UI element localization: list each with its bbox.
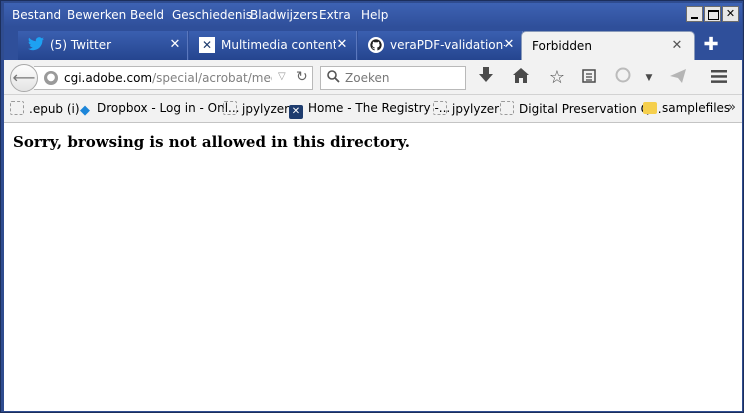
forbidden-message: Sorry, browsing is not allowed in this d… (13, 133, 410, 151)
bookmark-page-icon (433, 101, 447, 115)
url-history-dropdown-icon[interactable]: ▽ (278, 71, 286, 82)
browser-window: Bestand Bewerken Beeld Geschiedenis Blad… (0, 0, 744, 413)
bookmark-label: .epub (i) (29, 102, 80, 116)
close-tab-icon[interactable]: ✕ (502, 37, 516, 53)
hamburger-menu-icon[interactable] (708, 67, 730, 89)
registry-icon: ✕ (199, 37, 215, 53)
menu-geschiedenis[interactable]: Geschiedenis (172, 8, 252, 22)
reading-list-icon[interactable] (578, 67, 600, 89)
sync-icon[interactable] (612, 67, 634, 89)
bookmarks-overflow-icon[interactable]: » (728, 100, 736, 115)
back-arrow-icon: ⟵ (12, 68, 36, 87)
bookmark-page-icon (223, 101, 237, 115)
bookmark-samplefiles[interactable]: samplefiles (643, 101, 730, 117)
menu-extra[interactable]: Extra (319, 8, 351, 22)
close-window-button[interactable]: ✕ (722, 6, 739, 22)
search-placeholder: Zoeken (345, 71, 390, 85)
minimize-button[interactable] (686, 6, 703, 22)
twitter-icon (28, 37, 44, 53)
bookmark-label: jpylyzer (452, 102, 500, 116)
bookmark-label: Home - The Registry -... (308, 101, 451, 115)
chevron-down-icon[interactable]: ▼ (638, 67, 660, 89)
back-button[interactable]: ⟵ (10, 64, 38, 92)
bookmark-epub[interactable]: .epub (i) (10, 101, 80, 117)
bookmark-jpylyzer-2[interactable]: jpylyzer (433, 101, 499, 117)
home-icon[interactable] (510, 67, 532, 89)
close-tab-icon[interactable]: ✕ (335, 37, 349, 53)
search-bar[interactable]: Zoeken (320, 66, 466, 90)
folder-icon (643, 102, 657, 114)
bookmark-label: Dropbox - Log in - Onl... (97, 101, 240, 115)
tab-twitter[interactable]: (5) Twitter ✕ (18, 31, 188, 60)
bookmark-dropbox[interactable]: ◆ Dropbox - Log in - Onl... (78, 101, 240, 118)
tab-bar: (5) Twitter ✕ ✕ Multimedia content - ...… (4, 27, 742, 60)
globe-icon: ● (44, 71, 58, 85)
menu-bladwijzers[interactable]: Bladwijzers (250, 8, 318, 22)
bookmark-label: samplefiles (662, 101, 731, 115)
menu-bar: Bestand Bewerken Beeld Geschiedenis Blad… (4, 3, 742, 27)
bookmark-page-icon (500, 101, 514, 115)
github-icon (368, 37, 384, 53)
bookmark-digital-preservation[interactable]: Digital Preservation Q... (500, 101, 662, 117)
bookmark-registry[interactable]: ✕ Home - The Registry -... (289, 101, 451, 119)
url-text: cgi.adobe.com/special/acrobat/mediaplaye… (64, 71, 272, 85)
url-path: /special/acrobat/mediaplayer (152, 71, 272, 85)
bookmark-page-icon (10, 101, 24, 115)
new-tab-icon[interactable]: ✚ (699, 35, 723, 57)
url-host: cgi.adobe.com (64, 71, 153, 85)
menu-bestand[interactable]: Bestand (12, 8, 61, 22)
bookmark-jpylyzer-1[interactable]: jpylyzer (223, 101, 289, 117)
page-content: Sorry, browsing is not allowed in this d… (4, 123, 742, 411)
url-bar[interactable]: ● cgi.adobe.com/special/acrobat/mediapla… (34, 66, 313, 90)
navigation-toolbar: ● cgi.adobe.com/special/acrobat/mediapla… (4, 60, 742, 95)
download-icon[interactable] (475, 67, 497, 89)
registry-icon: ✕ (289, 105, 303, 119)
tab-label: veraPDF-validation-... (390, 38, 505, 52)
dropbox-icon: ◆ (80, 103, 90, 118)
bookmark-label: jpylyzer (242, 102, 290, 116)
tab-multimedia[interactable]: ✕ Multimedia content - ... ✕ (189, 31, 357, 60)
close-tab-icon[interactable]: ✕ (168, 37, 182, 53)
menu-bewerken[interactable]: Bewerken (67, 8, 126, 22)
tab-label: (5) Twitter (50, 38, 112, 52)
tab-verapdf[interactable]: veraPDF-validation-... ✕ (358, 31, 523, 60)
maximize-button[interactable] (704, 6, 721, 22)
menu-beeld[interactable]: Beeld (130, 8, 164, 22)
close-tab-icon[interactable]: ✕ (670, 38, 684, 54)
menu-help[interactable]: Help (361, 8, 388, 22)
tab-forbidden[interactable]: Forbidden ✕ (521, 31, 695, 60)
search-icon (327, 70, 340, 87)
star-icon[interactable]: ☆ (546, 67, 568, 89)
tab-label: Multimedia content - ... (221, 38, 336, 52)
bookmark-label: Digital Preservation Q... (519, 102, 662, 116)
window-controls: ✕ (686, 6, 739, 24)
tab-label: Forbidden (532, 39, 592, 53)
bookmarks-bar: .epub (i) ◆ Dropbox - Log in - Onl... jpy… (4, 95, 742, 123)
reload-icon[interactable]: ↻ (296, 69, 308, 85)
share-icon[interactable] (667, 67, 689, 89)
